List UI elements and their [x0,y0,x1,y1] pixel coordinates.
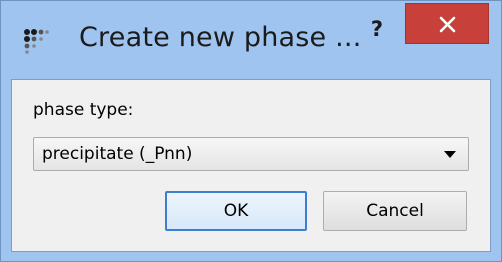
title-bar[interactable]: Create new phase ... ? [1,1,501,79]
app-icon [23,28,49,54]
chevron-down-icon [444,151,456,158]
phase-type-label: phase type: [33,100,134,120]
ok-button[interactable]: OK [165,191,307,231]
help-button[interactable]: ? [357,9,397,49]
phase-type-selected-value: precipitate (_Pnn) [42,144,193,164]
window-title: Create new phase ... [79,22,362,53]
close-icon [439,16,456,33]
phase-type-dropdown[interactable]: precipitate (_Pnn) [33,137,469,171]
close-button[interactable] [405,3,489,44]
cancel-button[interactable]: Cancel [323,191,467,231]
